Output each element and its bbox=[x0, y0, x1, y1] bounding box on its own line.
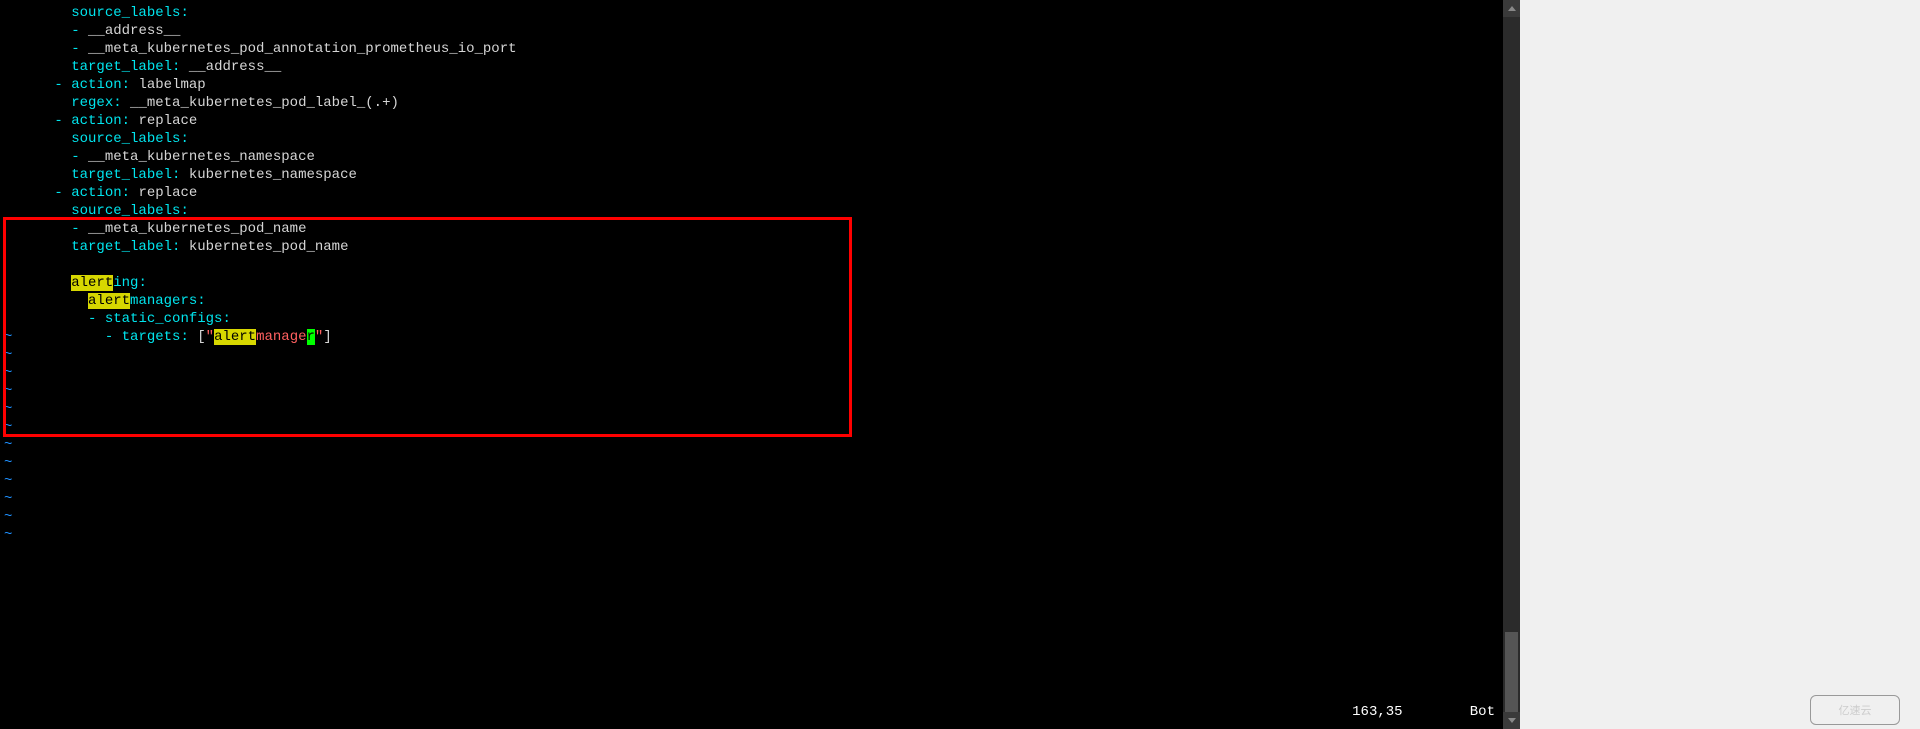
yaml-config-content: source_labels: - __address__ - __meta_ku… bbox=[4, 4, 1520, 256]
yaml-line: - __meta_kubernetes_pod_name bbox=[4, 220, 1520, 238]
yaml-alerting-line: alerting: bbox=[4, 256, 1520, 274]
vim-tilde: ~ bbox=[4, 508, 1520, 526]
vim-tilde: ~ bbox=[4, 454, 1520, 472]
yaml-line: source_labels: bbox=[4, 202, 1520, 220]
watermark-logo: 亿速云 bbox=[1810, 695, 1900, 725]
yaml-alertmanagers-line: alertmanagers: bbox=[4, 274, 1520, 292]
yaml-line: - action: replace bbox=[4, 184, 1520, 202]
yaml-line: target_label: kubernetes_namespace bbox=[4, 166, 1520, 184]
vim-tilde: ~ bbox=[4, 382, 1520, 400]
vim-tilde: ~ bbox=[4, 418, 1520, 436]
yaml-line: - action: labelmap bbox=[4, 76, 1520, 94]
yaml-line: - __meta_kubernetes_pod_annotation_prome… bbox=[4, 40, 1520, 58]
vim-tilde: ~ bbox=[4, 400, 1520, 418]
yaml-line: - action: replace bbox=[4, 112, 1520, 130]
vim-tilde: ~ bbox=[4, 490, 1520, 508]
cursor-position: 163,35 bbox=[1352, 704, 1402, 720]
vim-empty-lines: ~~~~~~~~~~~~ bbox=[4, 328, 1520, 544]
scroll-down-icon[interactable] bbox=[1503, 712, 1520, 729]
vim-tilde: ~ bbox=[4, 526, 1520, 544]
yaml-line: - __address__ bbox=[4, 22, 1520, 40]
yaml-line: regex: __meta_kubernetes_pod_label_(.+) bbox=[4, 94, 1520, 112]
search-highlight: alert bbox=[214, 329, 256, 345]
vim-tilde: ~ bbox=[4, 436, 1520, 454]
yaml-line: target_label: kubernetes_pod_name bbox=[4, 238, 1520, 256]
yaml-line: source_labels: bbox=[4, 4, 1520, 22]
vim-tilde: ~ bbox=[4, 346, 1520, 364]
yaml-line: target_label: __address__ bbox=[4, 58, 1520, 76]
terminal-editor[interactable]: source_labels: - __address__ - __meta_ku… bbox=[0, 0, 1520, 729]
search-highlight: alert bbox=[71, 275, 113, 291]
vim-tilde: ~ bbox=[4, 472, 1520, 490]
yaml-line: - __meta_kubernetes_namespace bbox=[4, 148, 1520, 166]
scrollbar[interactable] bbox=[1503, 0, 1520, 729]
scroll-thumb[interactable] bbox=[1505, 632, 1518, 712]
scroll-up-icon[interactable] bbox=[1503, 0, 1520, 17]
cursor: r bbox=[307, 329, 315, 345]
vim-status-line: 163,35 Bot bbox=[1195, 703, 1495, 721]
yaml-targets-line: - targets: ["alertmanager"] bbox=[4, 310, 1520, 328]
file-position: Bot bbox=[1470, 704, 1495, 720]
search-highlight: alert bbox=[88, 293, 130, 309]
yaml-line: source_labels: bbox=[4, 130, 1520, 148]
vim-tilde: ~ bbox=[4, 364, 1520, 382]
yaml-static-configs-line: - static_configs: bbox=[4, 292, 1520, 310]
